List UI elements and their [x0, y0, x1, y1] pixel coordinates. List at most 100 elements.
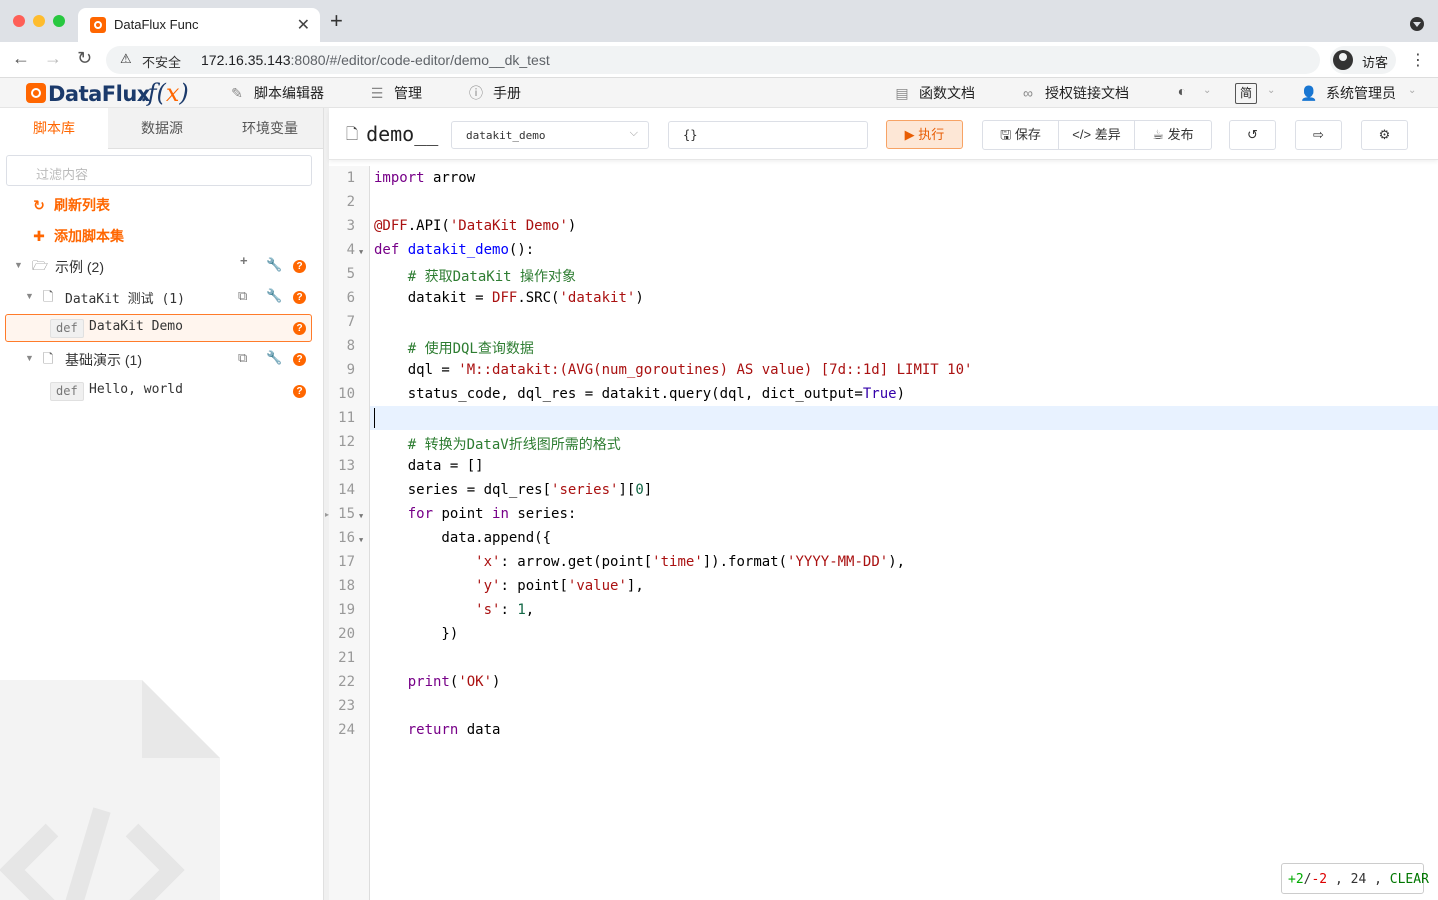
settings-button[interactable]: ⚙ [1361, 120, 1408, 150]
nav-manual[interactable]: ⓘ 手册 [467, 83, 521, 103]
chevron-down-icon: ⌄ [1408, 85, 1417, 96]
add-script-set-button[interactable]: ✚ 添加脚本集 [32, 226, 124, 246]
fold-arrow-icon[interactable]: ▼ [359, 512, 363, 520]
line-number: 8 [346, 338, 355, 354]
fold-arrow-icon[interactable]: ▼ [359, 248, 363, 256]
tree-item-basic-demo[interactable]: ▼ 🗋 基础演示 (1) ⧉ 🔧 ? [0, 345, 323, 371]
help-icon[interactable]: ? [293, 288, 306, 304]
wrench-icon[interactable]: 🔧 [266, 288, 282, 304]
tree-item-datakit-demo[interactable]: def DataKit Demo ? [0, 314, 323, 340]
history-button[interactable]: ↺ [1229, 120, 1276, 150]
user-icon: 👤 [1300, 85, 1318, 101]
refresh-list-button[interactable]: ↻ 刷新列表 [32, 195, 110, 215]
tab-search-icon[interactable] [1410, 17, 1424, 31]
avatar-icon [1333, 50, 1353, 70]
help-icon[interactable]: ? [293, 319, 306, 335]
tree-item-datakit-test[interactable]: ▼ 🗋 DataKit 测试 (1) ⧉ 🔧 ? [0, 283, 323, 309]
tab-env-vars[interactable]: 环境变量 [216, 108, 323, 149]
book-icon: ▤ [895, 85, 909, 101]
close-window-button[interactable] [13, 15, 25, 27]
minimize-window-button[interactable] [33, 15, 45, 27]
profile-button[interactable]: 访客 [1330, 46, 1396, 74]
code-line-6: datakit = DFF.SRC('datakit') [374, 290, 644, 306]
add-icon[interactable]: + [240, 253, 248, 268]
tree-label: Hello, world [89, 382, 183, 397]
user-menu[interactable]: 👤 系统管理员 [1300, 83, 1396, 103]
save-button[interactable]: 🖫 保存 [983, 121, 1059, 149]
folder-open-icon: 🗁 [32, 258, 49, 273]
nav-manage[interactable]: ☰ 管理 [368, 83, 422, 103]
line-number: 19 [338, 602, 355, 618]
chevron-down-icon: ⌵ [629, 127, 638, 139]
function-select[interactable]: datakit_demo ⌵ [451, 121, 649, 149]
help-icon[interactable]: ? [293, 382, 306, 398]
text-cursor [374, 408, 375, 428]
browser-tab[interactable]: DataFlux Func ✕ [78, 8, 320, 42]
code-icon: </> [1072, 127, 1092, 142]
chevron-down-icon[interactable]: ▼ [25, 353, 34, 363]
def-badge: def [50, 319, 84, 338]
code-line-16: data.append({ [374, 530, 552, 546]
nav-auth-link-docs[interactable]: ∞ 授权链接文档 [1019, 83, 1129, 103]
forward-icon[interactable]: → [44, 48, 62, 69]
add-label: 添加脚本集 [54, 228, 124, 244]
run-button[interactable]: ▶ 执行 [886, 120, 963, 149]
code-line-10: status_code, dql_res = datakit.query(dql… [374, 386, 906, 402]
line-number: 3 [346, 218, 355, 234]
reload-icon[interactable]: ↻ [77, 48, 92, 69]
fold-arrow-icon[interactable]: ▼ [359, 536, 363, 544]
line-number: 12 [338, 434, 355, 450]
url-path: :8080/#/editor/code-editor/demo__dk_test [290, 52, 550, 68]
language-switch[interactable]: 简 [1235, 83, 1257, 104]
link-icon: ∞ [1023, 85, 1033, 101]
diff-button[interactable]: </> 差异 [1059, 121, 1135, 149]
call-args-value: {} [683, 128, 698, 142]
chevron-down-icon[interactable]: ▼ [25, 291, 34, 301]
file-code-icon: 🗋 [43, 351, 54, 366]
nav-label: 脚本编辑器 [254, 85, 324, 101]
tab-close-icon[interactable]: ✕ [297, 15, 310, 35]
editor-status-box[interactable]: +2/-2 , 24 , CLEAR [1281, 863, 1429, 894]
browser-tab-bar: DataFlux Func ✕ + [0, 0, 1438, 42]
chevron-down-icon[interactable]: ▼ [14, 260, 23, 270]
back-icon[interactable]: ← [12, 48, 30, 69]
help-icon[interactable]: ? [293, 257, 306, 273]
publish-icon: ☕ [1152, 127, 1164, 142]
copy-icon[interactable]: ⧉ [238, 350, 247, 366]
tree-label: DataKit Demo [89, 319, 183, 334]
maximize-window-button[interactable] [53, 15, 65, 27]
theme-toggle[interactable]: ◐ [1173, 83, 1199, 99]
tree-item-examples[interactable]: ▼ 🗁 示例 (2) + 🔧 ? [0, 252, 323, 278]
help-icon[interactable]: ? [293, 350, 306, 366]
function-select-value: datakit_demo [466, 129, 546, 142]
code-line-19: 's': 1, [475, 602, 535, 618]
tree-label: 示例 (2) [55, 259, 104, 275]
editor-action-group: 🖫 保存 </> 差异 ☕ 发布 [982, 120, 1212, 150]
code-line-17: 'x': arrow.get(point['time']).format('YY… [475, 554, 906, 570]
new-tab-button[interactable]: + [330, 10, 343, 32]
user-label: 系统管理员 [1326, 85, 1396, 101]
nav-script-editor[interactable]: ✎ 脚本编辑器 [228, 83, 324, 103]
export-button[interactable]: ⇨ [1295, 120, 1342, 150]
code-line-12: # 转换为DataV折线图所需的格式 [407, 437, 621, 453]
line-number: 22 [338, 674, 355, 690]
publish-button[interactable]: ☕ 发布 [1135, 121, 1211, 149]
tab-script-lib[interactable]: 脚本库 [0, 108, 108, 150]
address-bar[interactable]: ⚠ 不安全 172.16.35.143:8080/#/editor/code-e… [106, 46, 1320, 74]
copy-icon[interactable]: ⧉ [238, 288, 247, 304]
wrench-icon[interactable]: 🔧 [266, 257, 282, 273]
tree-item-hello-world[interactable]: def Hello, world ? [0, 377, 323, 403]
code-line-1: import arrow [374, 170, 476, 186]
line-number: 20 [338, 626, 355, 642]
filter-input[interactable]: 过滤内容 [6, 155, 312, 186]
clear-button[interactable]: CLEAR [1390, 872, 1429, 887]
wrench-icon[interactable]: 🔧 [266, 350, 282, 366]
line-number: 15 [338, 506, 355, 522]
tab-data-source[interactable]: 数据源 [108, 108, 216, 149]
call-args-input[interactable]: {} [668, 121, 868, 149]
save-icon: 🖫 [1000, 127, 1012, 142]
run-label: 执行 [918, 127, 945, 142]
line-number: 14 [338, 482, 355, 498]
nav-func-docs[interactable]: ▤ 函数文档 [893, 83, 975, 103]
browser-menu-icon[interactable]: ⋮ [1410, 50, 1426, 70]
